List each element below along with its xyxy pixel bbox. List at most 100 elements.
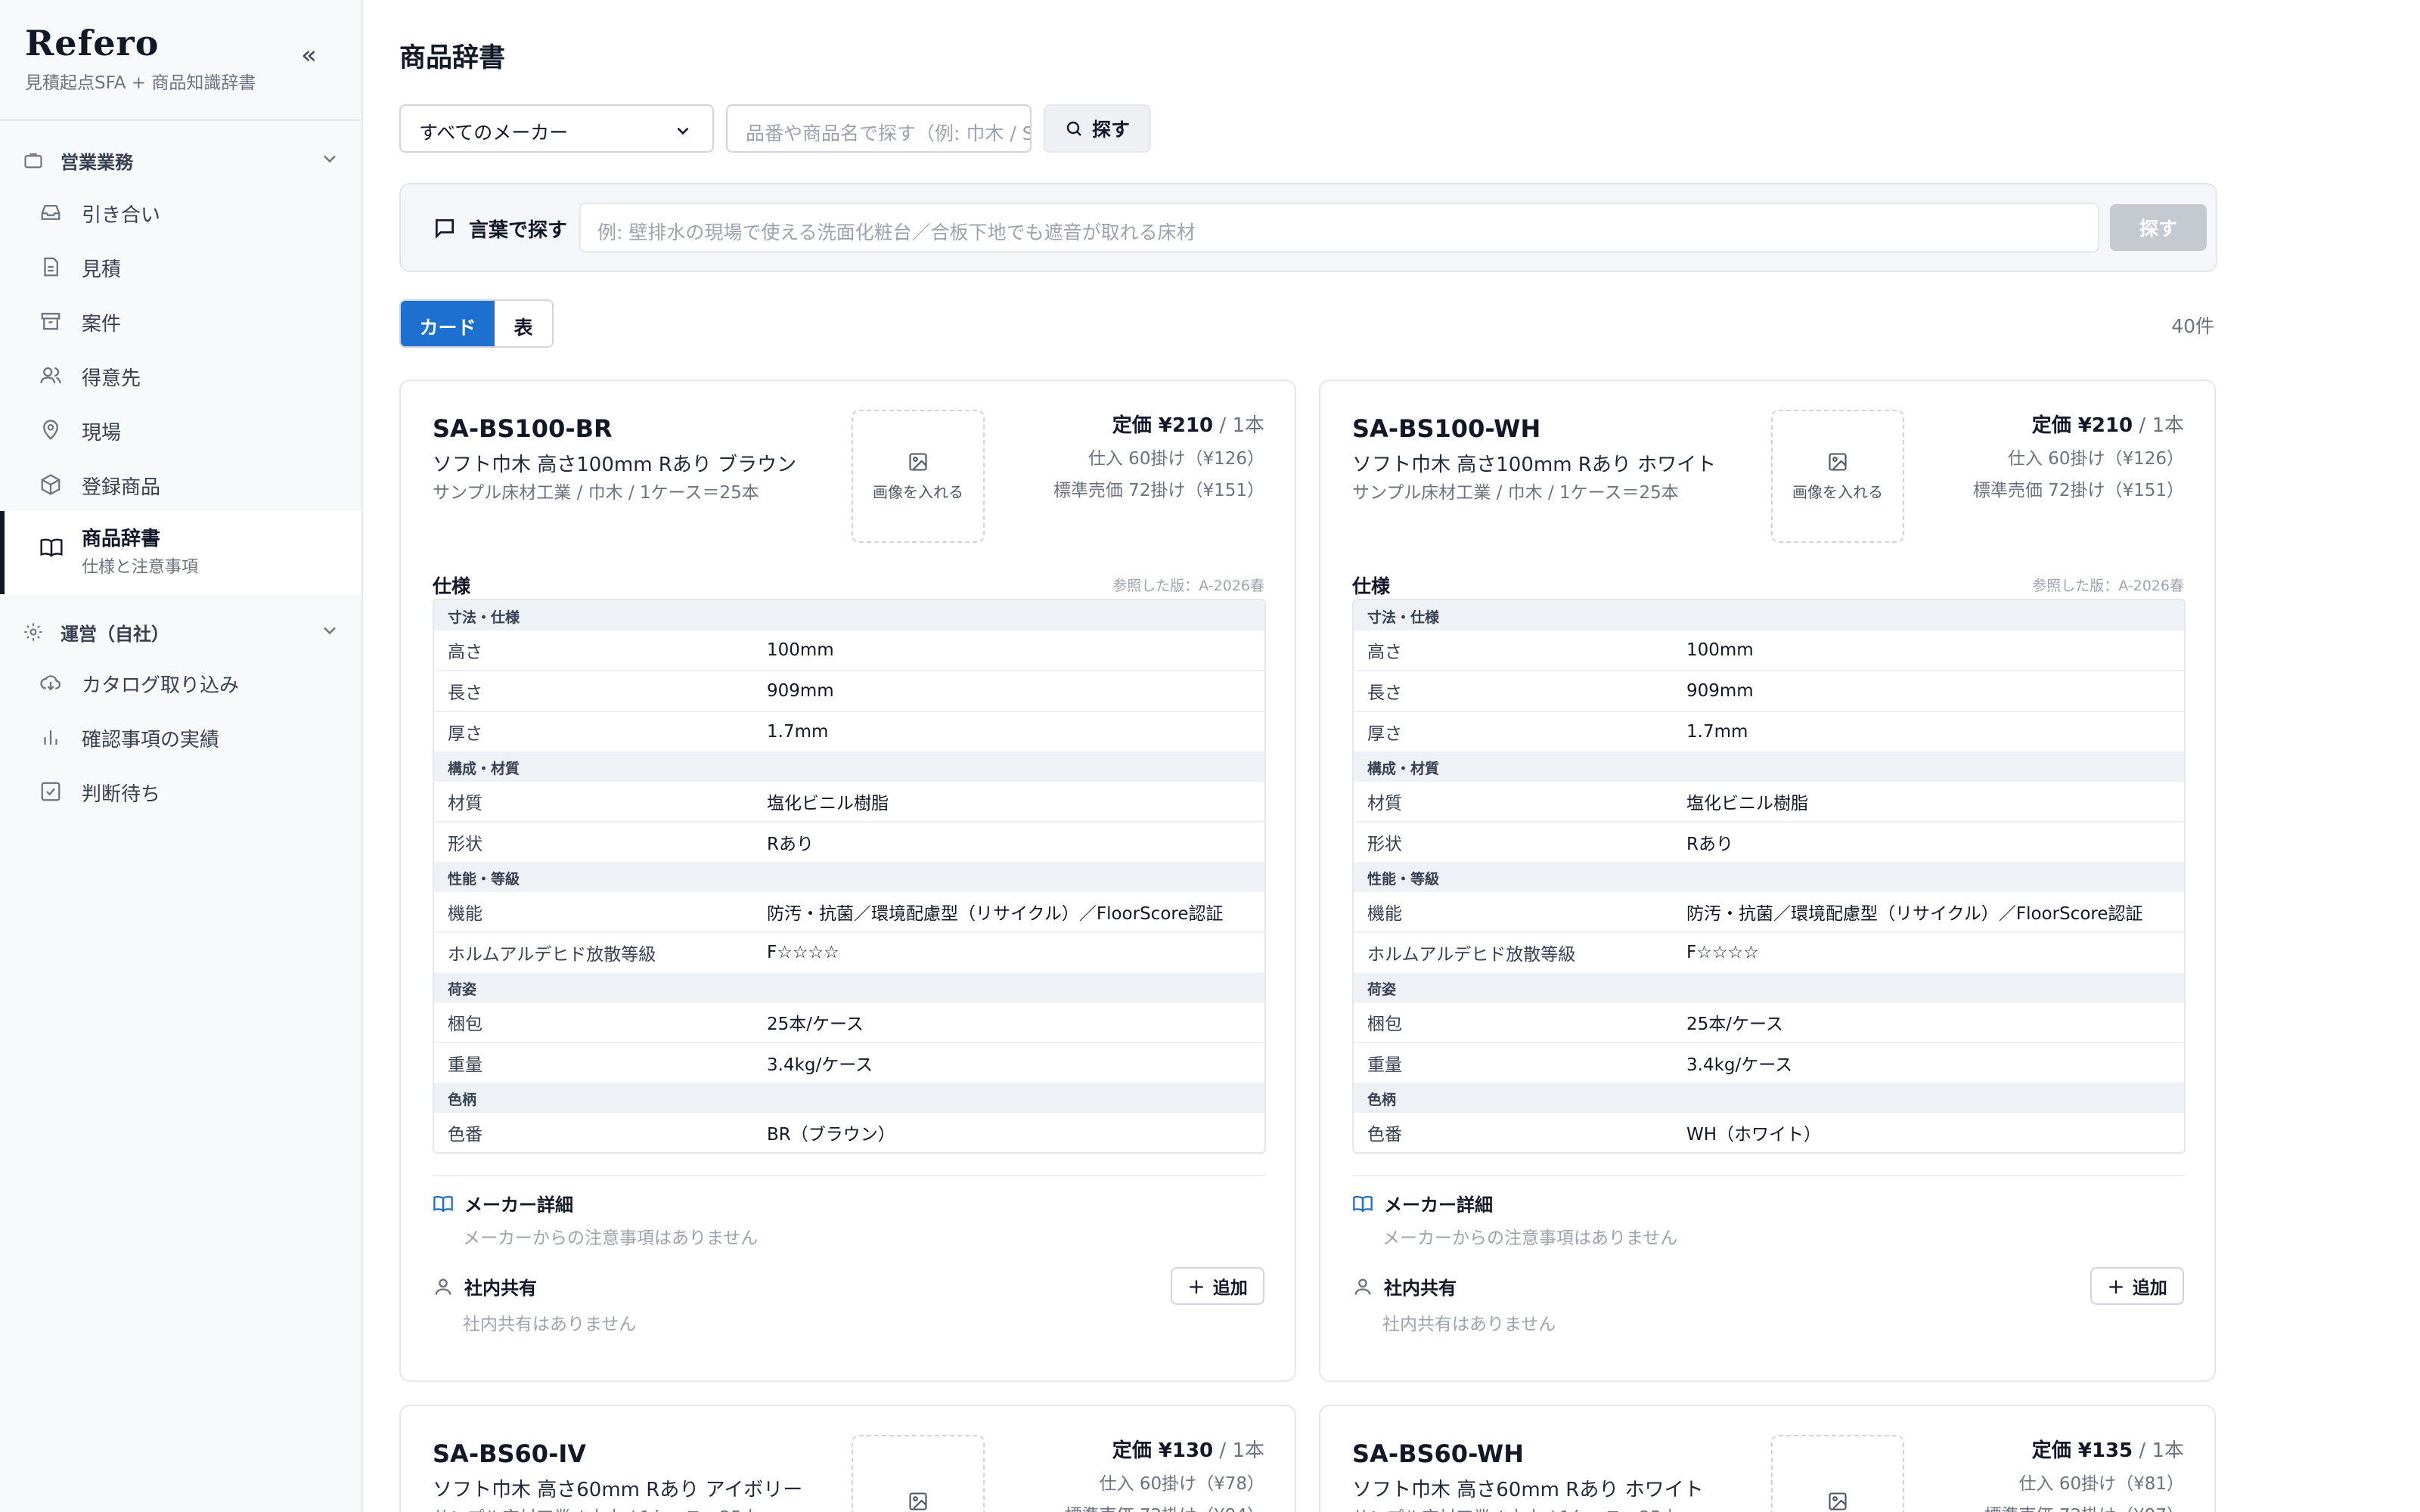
product-card[interactable]: SA-BS60-IV ソフト巾木 高さ60mm Rあり アイボリーサンプル床材工業… bbox=[399, 1405, 1296, 1512]
nl-search-input[interactable]: 例: 壁排水の現場で使える洗面化粧台／合板下地でも遮音が取れる床材 bbox=[579, 203, 2099, 253]
price-block: 定価 ¥210 / 1本 仕入 60掛け（¥126） 標準売価 72掛け（¥15… bbox=[1973, 410, 2184, 501]
product-maker: サンプル床材工業 / 巾木 / 1ケース＝25本 bbox=[433, 1503, 759, 1512]
spec-value: 防汚・抗菌／環境配慮型（リサイクル）／FloorScore認証 bbox=[767, 904, 1224, 924]
collapse-sidebar-icon[interactable]: « bbox=[301, 42, 317, 68]
search-button[interactable]: 探す bbox=[1044, 104, 1151, 153]
nl-search-button[interactable]: 探す bbox=[2110, 204, 2207, 251]
product-maker: サンプル床材工業 / 巾木 / 1ケース＝25本 bbox=[433, 483, 759, 503]
add-share-button[interactable]: + 追加 bbox=[2090, 1267, 2184, 1305]
product-card[interactable]: SA-BS100-WH ソフト巾木 高さ100mm Rあり ホワイト サンプル床材工… bbox=[1319, 380, 2216, 1382]
sidebar-item-customers[interactable]: 得意先 bbox=[0, 348, 361, 402]
internal-share-title: 社内共有 bbox=[1384, 1278, 1457, 1299]
add-button-label: 追加 bbox=[1212, 1278, 1248, 1298]
spec-value: 塩化ビニル樹脂 bbox=[1686, 794, 1808, 813]
product-card[interactable]: SA-BS60-WH ソフト巾木 高さ60mm Rあり ホワイトサンプル床材工業 … bbox=[1319, 1405, 2216, 1512]
spec-key: 色番 bbox=[448, 1125, 482, 1145]
maker-detail-empty: メーカーからの注意事項はありません bbox=[463, 1228, 759, 1248]
maker-select-value: すべてのメーカー bbox=[419, 122, 569, 144]
chevron-down-icon bbox=[677, 127, 689, 135]
spec-group-header: 色柄 bbox=[434, 1083, 1264, 1111]
sidebar-item-label: カタログ取り込み bbox=[82, 674, 240, 697]
product-card[interactable]: SA-BS100-BR ソフト巾木 高さ100mm Rあり ブラウン サンプル床材工… bbox=[399, 380, 1296, 1382]
product-code: SA-BS60-IV bbox=[433, 1439, 587, 1468]
spec-row: 高さ 100mm bbox=[434, 629, 1264, 670]
section-sales[interactable]: 営業業務 bbox=[23, 144, 340, 177]
spec-value: 909mm bbox=[1686, 681, 1754, 701]
spec-row: 機能 防汚・抗菌／環境配慮型（リサイクル）／FloorScore認証 bbox=[1354, 891, 2184, 931]
spec-key: ホルムアルデヒド放散等級 bbox=[1367, 945, 1576, 965]
maker-detail-title: メーカー詳細 bbox=[1384, 1194, 1493, 1216]
users-icon bbox=[40, 367, 61, 384]
spec-table: 寸法・仕様 高さ 100mm 長さ 909mm 厚さ 1.7mm 構成・材質 材質 塩化ビニル樹脂… bbox=[1352, 599, 2186, 1154]
chat-icon bbox=[436, 219, 454, 239]
spec-row: 形状 Rあり bbox=[1354, 821, 2184, 862]
internal-share-empty: 社内共有はありません bbox=[463, 1315, 637, 1334]
section-operations[interactable]: 運営（自社） bbox=[23, 615, 340, 649]
maker-detail-empty: メーカーからの注意事項はありません bbox=[1382, 1228, 1678, 1248]
spec-value: 909mm bbox=[767, 681, 834, 701]
add-image-label: 画像を入れる bbox=[873, 482, 963, 501]
purchase-price: 仕入 60掛け（¥126） bbox=[2007, 449, 2184, 469]
internal-share-header: 社内共有 bbox=[1352, 1273, 1457, 1300]
spec-row: 長さ 909mm bbox=[1354, 670, 2184, 711]
user-icon bbox=[435, 1278, 451, 1295]
spec-value: Rあり bbox=[767, 835, 814, 854]
price-unit: / 1本 bbox=[1213, 1439, 1264, 1462]
spec-row: 高さ 100mm bbox=[1354, 629, 2184, 670]
maker-select[interactable]: すべてのメーカー bbox=[399, 104, 714, 153]
search-input[interactable]: 品番や商品名で探す（例: 巾木 / SB-VN） bbox=[726, 104, 1032, 153]
list-price: 定価 ¥130 bbox=[1112, 1439, 1214, 1462]
spec-group-header: 構成・材質 bbox=[434, 751, 1264, 780]
book-icon bbox=[433, 1195, 453, 1213]
add-image-button[interactable] bbox=[1771, 1435, 1904, 1512]
page-title: 商品辞書 bbox=[399, 43, 506, 73]
app-logo[interactable]: Refero bbox=[25, 23, 159, 64]
spec-key: ホルムアルデヒド放散等級 bbox=[448, 945, 656, 965]
chevron-down-icon bbox=[324, 627, 336, 635]
spec-key: 形状 bbox=[1367, 835, 1402, 854]
plus-icon: + bbox=[1187, 1273, 1205, 1299]
sidebar-item-catalog-import[interactable]: カタログ取り込み bbox=[0, 655, 361, 709]
add-image-button[interactable] bbox=[852, 1435, 985, 1512]
purchase-price: 仕入 60掛け（¥126） bbox=[1087, 449, 1264, 469]
add-share-button[interactable]: + 追加 bbox=[1171, 1267, 1264, 1305]
price-block: 定価 ¥135 / 1本 仕入 60掛け（¥81） 標準売価 72掛け（¥97） bbox=[1984, 1435, 2184, 1512]
section-label: 営業業務 bbox=[60, 151, 133, 173]
sidebar-item-pending-decisions[interactable]: 判断待ち bbox=[0, 764, 361, 818]
add-image-button[interactable]: 画像を入れる bbox=[852, 410, 985, 543]
inbox-icon bbox=[41, 205, 60, 220]
add-image-button[interactable]: 画像を入れる bbox=[1771, 410, 1904, 543]
spec-key: 形状 bbox=[448, 835, 482, 854]
sidebar-item-label: 案件 bbox=[82, 313, 122, 336]
list-price: 定価 ¥135 bbox=[2031, 1439, 2133, 1462]
sidebar-item-check-results[interactable]: 確認事項の実績 bbox=[0, 709, 361, 764]
sidebar-item-quote[interactable]: 見積 bbox=[0, 239, 361, 293]
sidebar-item-inquiry[interactable]: 引き合い bbox=[0, 184, 361, 239]
tab-card[interactable]: カード bbox=[401, 301, 495, 346]
tab-table[interactable]: 表 bbox=[495, 301, 552, 346]
product-code: SA-BS100-WH bbox=[1352, 414, 1541, 443]
sidebar-item-registered-products[interactable]: 登録商品 bbox=[0, 457, 361, 511]
list-price: 定価 ¥210 bbox=[1112, 414, 1214, 437]
spec-row: 重量 3.4kg/ケース bbox=[1354, 1042, 2184, 1083]
sidebar-item-sublabel: 仕様と注意事項 bbox=[82, 558, 199, 577]
search-button-label: 探す bbox=[1091, 119, 1130, 141]
spec-title: 仕様 bbox=[433, 575, 471, 597]
retail-price: 標準売価 72掛け（¥94） bbox=[1065, 1501, 1264, 1512]
spec-row: 厚さ 1.7mm bbox=[1354, 711, 2184, 751]
natural-language-search: 言葉で探す 例: 壁排水の現場で使える洗面化粧台／合板下地でも遮音が取れる床材 … bbox=[399, 183, 2217, 272]
sidebar-item-sites[interactable]: 現場 bbox=[0, 402, 361, 457]
spec-key: 機能 bbox=[448, 904, 482, 924]
price-unit: / 1本 bbox=[2133, 1439, 2184, 1462]
spec-key: 高さ bbox=[1367, 643, 1402, 662]
spec-row: ホルムアルデヒド放散等級 F☆☆☆☆ bbox=[1354, 931, 2184, 972]
spec-key: 色番 bbox=[1367, 1125, 1402, 1145]
search-icon bbox=[1066, 121, 1081, 136]
sidebar-item-label: 商品辞書 bbox=[82, 528, 161, 550]
spec-row: 重量 3.4kg/ケース bbox=[434, 1042, 1264, 1083]
spec-key: 材質 bbox=[448, 794, 482, 813]
spec-row: 機能 防汚・抗菌／環境配慮型（リサイクル）／FloorScore認証 bbox=[434, 891, 1264, 931]
sidebar-item-product-dictionary[interactable]: 商品辞書 仕様と注意事項 bbox=[0, 511, 361, 594]
spec-reference: 参照した版：A-2026春 bbox=[2032, 578, 2184, 594]
sidebar-item-deal[interactable]: 案件 bbox=[0, 293, 361, 348]
